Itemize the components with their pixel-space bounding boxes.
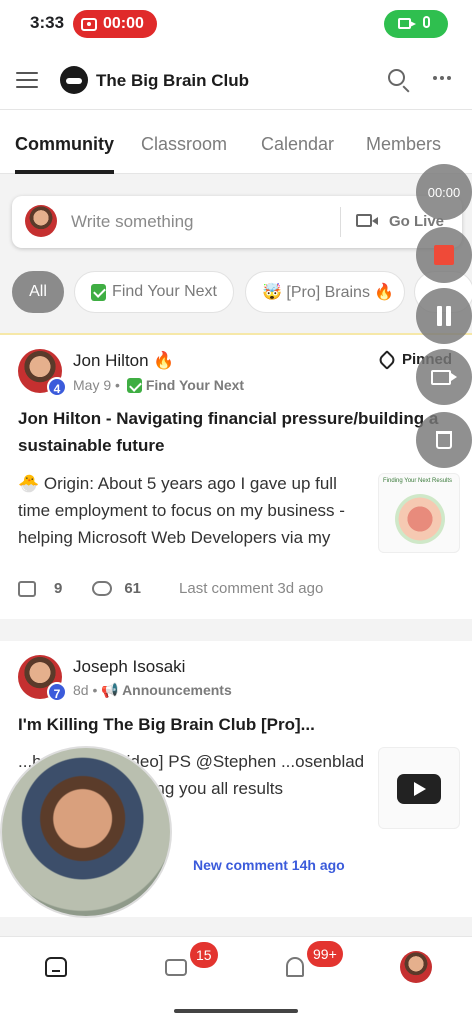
- tab-classroom[interactable]: Classroom: [141, 134, 227, 155]
- chat-badge: 15: [190, 942, 218, 968]
- app-header: The Big Brain Club: [0, 46, 472, 110]
- active-tab-indicator: [15, 170, 114, 174]
- post-date: May 9: [73, 377, 112, 393]
- post-composer[interactable]: Write something Go Live: [12, 196, 462, 248]
- tab-bar: Community Classroom Calendar Members: [0, 110, 472, 174]
- toggle-camera-button[interactable]: [416, 349, 472, 405]
- like-count: 9: [54, 580, 63, 597]
- club-logo: [60, 66, 88, 94]
- pause-recording-button[interactable]: [416, 288, 472, 344]
- post-stats: 9 61 Last comment 3d ago: [18, 580, 323, 597]
- stop-recording-button[interactable]: [416, 227, 472, 283]
- filter-chip-pro-brains[interactable]: 🤯 [Pro] Brains 🔥: [245, 271, 405, 313]
- comment-count: 61: [124, 580, 142, 597]
- chip-label: Find Your Next: [112, 283, 217, 300]
- filter-chip-find-your-next[interactable]: Find Your Next: [74, 271, 234, 313]
- camera-preview-bubble[interactable]: [0, 746, 172, 918]
- microphone-icon: [423, 16, 430, 28]
- trash-icon: [436, 431, 452, 449]
- clock: 3:33: [30, 13, 65, 32]
- stop-icon: [434, 245, 454, 265]
- play-button-icon[interactable]: [397, 774, 441, 804]
- video-thumbnail[interactable]: [378, 747, 460, 829]
- new-comment[interactable]: New comment 14h ago: [193, 857, 345, 873]
- club-title: The Big Brain Club: [96, 71, 249, 90]
- post-meta: 8d • 📢 Announcements: [73, 682, 232, 698]
- post-card[interactable]: 4 Jon Hilton 🔥 May 9 • Find Your Next Pi…: [0, 333, 472, 619]
- divider: [340, 207, 341, 237]
- post-body: 🐣 Origin: About 5 years ago I gave up fu…: [18, 474, 345, 547]
- video-camera-icon: [398, 18, 416, 29]
- avatar: [25, 205, 57, 237]
- level-badge: 7: [47, 682, 67, 702]
- filter-chip-all[interactable]: All: [12, 271, 64, 313]
- post-thumbnail[interactable]: Finding Your Next Results: [378, 473, 460, 553]
- author-name[interactable]: Jon Hilton 🔥: [73, 351, 175, 371]
- more-options-icon[interactable]: [433, 76, 451, 80]
- chat-icon[interactable]: [165, 959, 187, 976]
- tab-community[interactable]: Community: [15, 134, 114, 155]
- tab-calendar[interactable]: Calendar: [261, 134, 334, 155]
- menu-icon[interactable]: [16, 72, 38, 93]
- write-something-input[interactable]: Write something: [71, 212, 194, 232]
- post-category[interactable]: 📢 Announcements: [101, 682, 231, 698]
- home-indicator: [174, 1009, 298, 1013]
- discard-recording-button[interactable]: [416, 412, 472, 468]
- post-title[interactable]: Jon Hilton - Navigating financial pressu…: [18, 405, 458, 459]
- recording-time: 00:00: [103, 15, 144, 32]
- post-category[interactable]: Find Your Next: [146, 377, 244, 393]
- comment-icon[interactable]: [92, 581, 113, 596]
- thumbnail-caption: Finding Your Next Results: [383, 478, 453, 484]
- tab-members[interactable]: Members: [366, 134, 441, 155]
- profile-avatar[interactable]: [400, 951, 432, 983]
- level-badge: 4: [47, 377, 67, 397]
- video-camera-icon[interactable]: [356, 214, 378, 227]
- status-bar: 3:33 00:00: [0, 0, 472, 46]
- notification-badge: 99+: [307, 941, 343, 967]
- last-comment: Last comment 3d ago: [179, 580, 324, 597]
- post-meta: May 9 • Find Your Next: [73, 377, 245, 393]
- home-icon[interactable]: [45, 957, 67, 977]
- camera-mic-indicator: [384, 10, 448, 38]
- like-icon[interactable]: [18, 580, 36, 597]
- pin-icon: [377, 349, 397, 370]
- check-icon: [126, 378, 142, 393]
- search-icon[interactable]: [388, 69, 405, 86]
- screen-recording-indicator[interactable]: 00:00: [73, 10, 157, 38]
- video-camera-icon: [431, 369, 457, 385]
- bell-icon[interactable]: [286, 957, 304, 977]
- bottom-navigation: 15 99+: [0, 936, 472, 1024]
- thumbnail-graphic: [395, 494, 445, 544]
- recorder-timer: 00:00: [416, 164, 472, 220]
- post-title[interactable]: I'm Killing The Big Brain Club [Pro]...: [18, 711, 458, 738]
- record-icon: [81, 17, 97, 31]
- author-name[interactable]: Joseph Isosaki: [73, 657, 185, 677]
- check-icon: [91, 283, 107, 301]
- post-date: 8d: [73, 682, 89, 698]
